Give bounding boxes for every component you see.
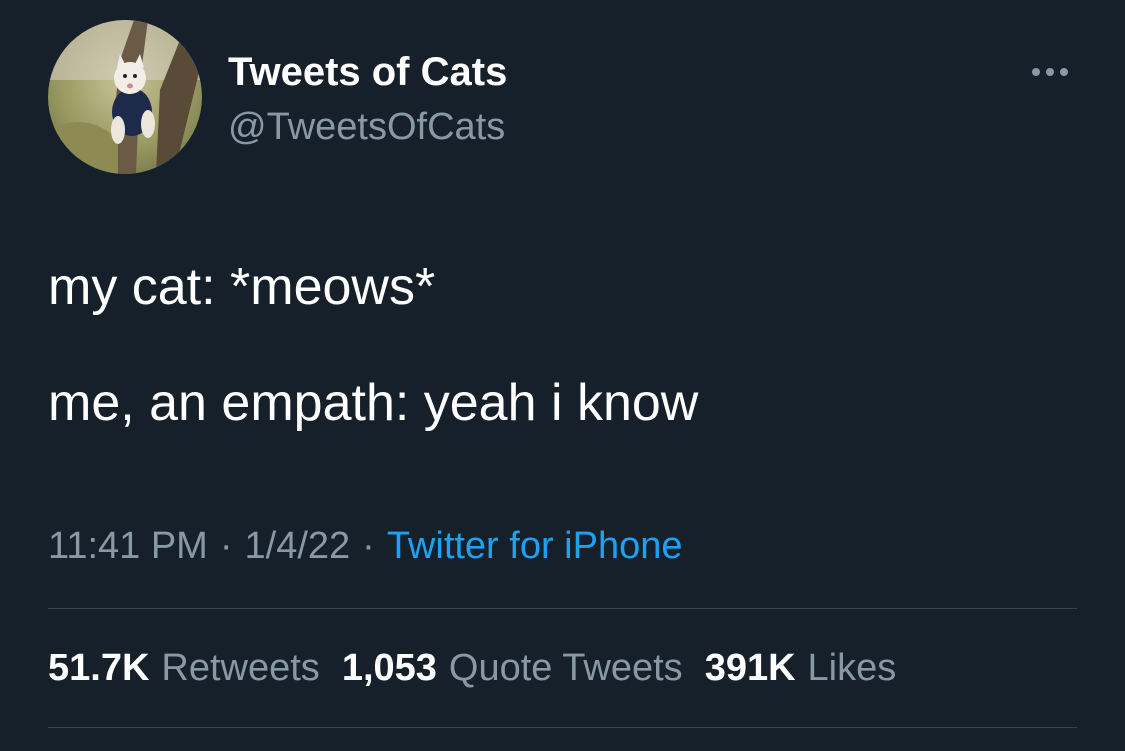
quote-tweets-stat[interactable]: 1,053 Quote Tweets [342, 647, 683, 689]
quote-tweets-count: 1,053 [341, 647, 437, 689]
cat-avatar-icon [48, 20, 202, 174]
quote-tweets-label: Quote Tweets [448, 647, 683, 689]
tweet-date[interactable]: 1/4/22 [245, 525, 351, 567]
more-options-button[interactable] [1024, 56, 1076, 88]
avatar[interactable] [48, 20, 202, 174]
divider [48, 727, 1077, 728]
likes-label: Likes [807, 647, 897, 689]
retweets-count: 51.7K [48, 647, 150, 689]
divider [48, 608, 1077, 609]
author-handle[interactable]: @TweetsOfCats [228, 104, 505, 150]
tweet-meta: 11:41 PM · 1/4/22 · Twitter for iPhone [48, 522, 683, 570]
tweet-time[interactable]: 11:41 PM [48, 525, 208, 567]
meta-separator: · [362, 525, 375, 567]
retweets-stat[interactable]: 51.7K Retweets [48, 647, 320, 689]
tweet-detail: Tweets of Cats @TweetsOfCats my cat: *me… [0, 0, 1125, 751]
author-display-name[interactable]: Tweets of Cats [228, 48, 507, 96]
more-horizontal-icon [1032, 68, 1068, 76]
likes-count: 391K [704, 647, 796, 689]
meta-separator: · [219, 525, 233, 567]
retweets-label: Retweets [161, 647, 320, 689]
likes-stat[interactable]: 391K Likes [705, 647, 897, 689]
tweet-source-link[interactable]: Twitter for iPhone [387, 525, 683, 567]
tweet-stats: 51.7K Retweets 1,053 Quote Tweets 391K Likes [48, 644, 896, 692]
tweet-text-line: me, an empath: yeah i know [48, 374, 699, 432]
tweet-text-line: my cat: *meows* [48, 258, 436, 316]
